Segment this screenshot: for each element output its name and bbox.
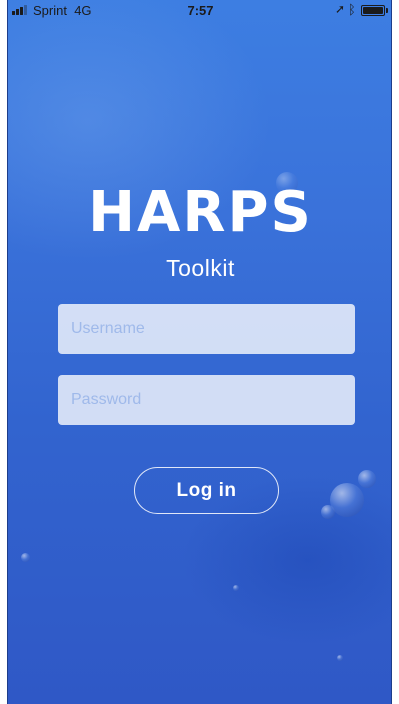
bubble-decoration [21, 553, 30, 562]
login-button[interactable]: Log in [134, 467, 279, 514]
bubble-decoration [358, 470, 376, 488]
battery-icon [361, 5, 385, 16]
status-bar: Sprint 4G 7:57 ➚ ᛒ [8, 0, 391, 20]
bubble-decoration [321, 505, 335, 519]
app-logo: HARPS [8, 180, 391, 245]
bluetooth-icon: ᛒ [348, 2, 356, 17]
bubble-decoration [233, 585, 239, 591]
username-field[interactable] [58, 304, 355, 354]
bubble-decoration [330, 483, 364, 517]
bubble-decoration [337, 655, 343, 661]
login-screen: Sprint 4G 7:57 ➚ ᛒ HARPS Toolkit Log in [7, 0, 392, 704]
battery-tip [386, 8, 388, 13]
app-subtitle: Toolkit [166, 255, 235, 281]
logo-text: HARPS [88, 180, 313, 245]
location-arrow-icon: ➚ [335, 2, 346, 16]
password-field[interactable] [58, 375, 355, 425]
